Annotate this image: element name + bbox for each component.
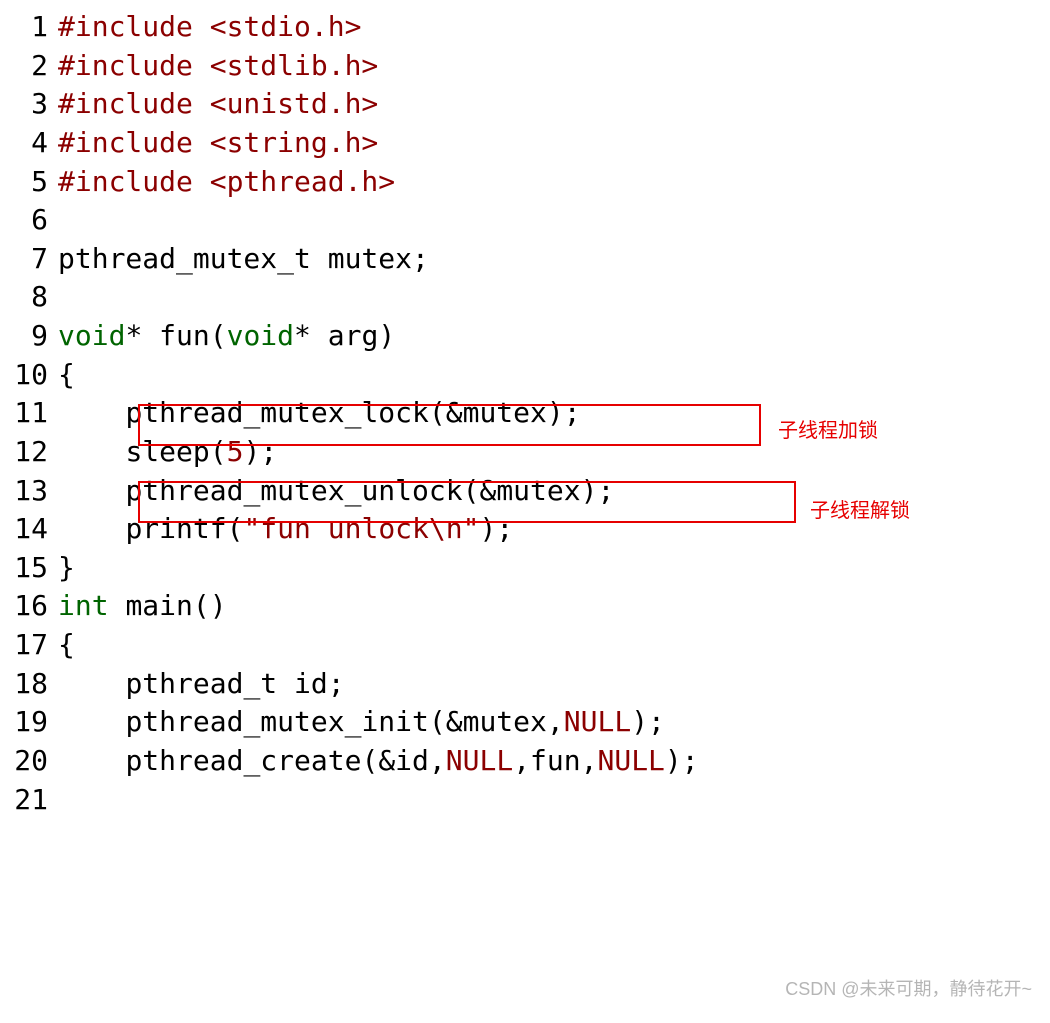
code-line: 10{ [4,356,1050,395]
code-content: pthread_mutex_lock(&mutex); [58,394,1050,433]
code-line: 18 pthread_t id; [4,665,1050,704]
code-line: 7pthread_mutex_t mutex; [4,240,1050,279]
line-number: 19 [4,703,58,742]
line-number: 14 [4,510,58,549]
code-line: 2#include <stdlib.h> [4,47,1050,86]
line-number: 8 [4,278,58,317]
code-content: #include <pthread.h> [58,163,1050,202]
code-line: 19 pthread_mutex_init(&mutex,NULL); [4,703,1050,742]
code-line: 3#include <unistd.h> [4,85,1050,124]
line-number: 21 [4,781,58,820]
line-number: 20 [4,742,58,781]
code-line: 17{ [4,626,1050,665]
code-content: #include <string.h> [58,124,1050,163]
code-content: void* fun(void* arg) [58,317,1050,356]
line-number: 12 [4,433,58,472]
line-number: 7 [4,240,58,279]
line-number: 13 [4,472,58,511]
code-line: 8 [4,278,1050,317]
code-content: #include <stdio.h> [58,8,1050,47]
code-line: 11 pthread_mutex_lock(&mutex); [4,394,1050,433]
code-content: pthread_mutex_t mutex; [58,240,1050,279]
code-line: 12 sleep(5); [4,433,1050,472]
code-content: #include <unistd.h> [58,85,1050,124]
code-block: 1#include <stdio.h>2#include <stdlib.h>3… [4,8,1050,819]
code-content: #include <stdlib.h> [58,47,1050,86]
code-line: 9void* fun(void* arg) [4,317,1050,356]
code-line: 20 pthread_create(&id,NULL,fun,NULL); [4,742,1050,781]
highlight-label-unlock: 子线程解锁 [810,494,910,523]
code-line: 5#include <pthread.h> [4,163,1050,202]
line-number: 4 [4,124,58,163]
line-number: 2 [4,47,58,86]
line-number: 16 [4,587,58,626]
line-number: 3 [4,85,58,124]
code-line: 6 [4,201,1050,240]
line-number: 9 [4,317,58,356]
line-number: 6 [4,201,58,240]
code-content: sleep(5); [58,433,1050,472]
code-line: 16int main() [4,587,1050,626]
code-line: 4#include <string.h> [4,124,1050,163]
code-content: pthread_mutex_init(&mutex,NULL); [58,703,1050,742]
code-content: { [58,356,1050,395]
code-line: 21 [4,781,1050,820]
line-number: 1 [4,8,58,47]
line-number: 5 [4,163,58,202]
highlight-label-lock: 子线程加锁 [778,414,878,443]
line-number: 15 [4,549,58,588]
line-number: 10 [4,356,58,395]
code-content: pthread_create(&id,NULL,fun,NULL); [58,742,1050,781]
line-number: 11 [4,394,58,433]
code-content: } [58,549,1050,588]
code-content: { [58,626,1050,665]
code-content: pthread_t id; [58,665,1050,704]
line-number: 18 [4,665,58,704]
line-number: 17 [4,626,58,665]
code-line: 1#include <stdio.h> [4,8,1050,47]
code-content: int main() [58,587,1050,626]
watermark: CSDN @未来可期，静待花开~ [785,975,1032,1001]
code-line: 15} [4,549,1050,588]
